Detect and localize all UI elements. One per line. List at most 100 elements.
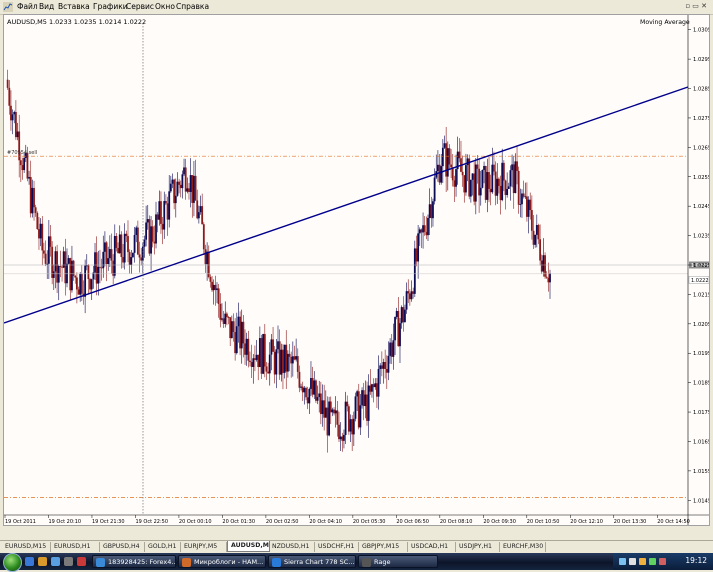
candle-body bbox=[323, 400, 326, 418]
tab-nzdusd-h1[interactable]: NZDUSD,H1 bbox=[269, 542, 315, 552]
candle-body bbox=[349, 419, 352, 432]
candle-body bbox=[417, 233, 420, 262]
tray-app-icon[interactable] bbox=[649, 558, 656, 565]
candle-body bbox=[163, 200, 166, 230]
quicklaunch-folder-icon[interactable] bbox=[38, 557, 47, 566]
tab-gbpjpy-m15[interactable]: GBPJPY,M15 bbox=[359, 542, 408, 552]
time-label: 20 Oct 02:50 bbox=[266, 519, 299, 525]
candle-body bbox=[196, 200, 199, 219]
candle-body bbox=[344, 401, 347, 435]
quicklaunch-media-icon[interactable] bbox=[51, 557, 60, 566]
candle-body bbox=[267, 371, 270, 374]
menu-help[interactable]: Справка bbox=[176, 2, 209, 12]
candle-body bbox=[107, 258, 110, 264]
taskbar-app-icon bbox=[96, 558, 105, 567]
candle-body bbox=[11, 114, 14, 121]
tab-eurusd-m15[interactable]: EURUSD,M15 bbox=[2, 542, 51, 552]
tab-audusd-m5[interactable]: AUDUSD,M5 bbox=[227, 541, 270, 552]
candle-body bbox=[57, 266, 60, 283]
candle-body bbox=[194, 175, 197, 201]
taskbar-button-label: 183928425: Forex4... bbox=[108, 558, 176, 566]
candle-body bbox=[369, 385, 372, 392]
candle-body bbox=[441, 147, 444, 167]
candle-body bbox=[461, 171, 464, 176]
candle-body bbox=[329, 401, 332, 413]
menu-window[interactable]: Окно bbox=[155, 2, 175, 12]
candle-body bbox=[526, 196, 528, 217]
tab-eurjpy-m5[interactable]: EURJPY,M5 bbox=[181, 542, 227, 552]
candle-body bbox=[133, 234, 136, 253]
tab-usdchf-h1[interactable]: USDCHF,H1 bbox=[315, 542, 359, 552]
indicator-label: Moving Average bbox=[640, 19, 690, 26]
tab-eurusd-h1[interactable]: EURUSD,H1 bbox=[51, 542, 100, 552]
candle-body bbox=[303, 387, 306, 393]
clock[interactable]: 19:12 bbox=[685, 556, 707, 565]
candle-body bbox=[489, 188, 492, 193]
menu-charts[interactable]: Графики bbox=[93, 2, 128, 12]
candle-body bbox=[29, 177, 32, 214]
taskbar-button[interactable]: Rage bbox=[358, 555, 438, 568]
candle-body bbox=[118, 234, 121, 254]
tab-gbpusd-h4[interactable]: GBPUSD,H4 bbox=[100, 542, 145, 552]
time-label: 20 Oct 01:30 bbox=[222, 519, 255, 525]
start-button[interactable] bbox=[3, 553, 22, 572]
tray-shield-icon[interactable] bbox=[659, 558, 666, 565]
price-chart[interactable]: #70954 sell 1.0225 1.0222 1.0305 1.0295 1.02… bbox=[4, 15, 709, 525]
candle-body bbox=[174, 195, 177, 204]
candle-body bbox=[407, 291, 410, 294]
tab-gold-h1[interactable]: GOLD,H1 bbox=[145, 542, 181, 552]
price-label: 1.0175 bbox=[693, 410, 709, 416]
candle-body bbox=[234, 331, 237, 354]
tab-eurchf-m30[interactable]: EURCHF,M30 bbox=[500, 542, 546, 552]
candle-body bbox=[519, 204, 522, 205]
tray-network-icon[interactable] bbox=[619, 558, 626, 565]
candle-body bbox=[334, 410, 337, 414]
candle-body bbox=[146, 219, 149, 223]
candle-body bbox=[158, 201, 161, 220]
candle-body bbox=[69, 258, 72, 291]
candle-body bbox=[385, 369, 388, 373]
menu-insert[interactable]: Вставка bbox=[58, 2, 90, 12]
taskbar-button[interactable]: 183928425: Forex4... bbox=[92, 555, 176, 568]
price-label: 1.0205 bbox=[693, 322, 709, 328]
candle-body bbox=[160, 201, 162, 224]
candle-body bbox=[301, 386, 304, 393]
tab-usdcad-h1[interactable]: USDCAD,H1 bbox=[408, 542, 456, 552]
price-label: 1.0185 bbox=[693, 381, 709, 387]
candle-body bbox=[75, 277, 78, 290]
candle-body bbox=[352, 418, 355, 435]
menu-file[interactable]: Файл bbox=[17, 2, 38, 12]
candle-body bbox=[522, 193, 525, 197]
price-label: 1.0275 bbox=[693, 116, 709, 122]
taskbar-button[interactable]: Микроблоги - НАМ... bbox=[178, 555, 266, 568]
candle-body bbox=[49, 236, 52, 247]
quicklaunch-app-icon[interactable] bbox=[77, 557, 86, 566]
tray-volume-icon[interactable] bbox=[629, 558, 636, 565]
window-controls[interactable]: ▫ ▭ ✕ bbox=[685, 2, 707, 10]
candle-body bbox=[225, 313, 228, 318]
candle-body bbox=[156, 214, 159, 220]
candle-body bbox=[418, 229, 421, 234]
candle-body bbox=[318, 393, 321, 398]
price-label: 1.0295 bbox=[693, 57, 709, 63]
candle-body bbox=[387, 355, 390, 373]
candle-body bbox=[34, 207, 37, 213]
tab-usdjpy-h1[interactable]: USDJPY,H1 bbox=[456, 542, 500, 552]
candle-body bbox=[214, 284, 217, 291]
candle-body bbox=[410, 291, 413, 300]
candle-body bbox=[478, 168, 481, 196]
menu-tools[interactable]: Сервис bbox=[126, 2, 154, 12]
quicklaunch-desktop-icon[interactable] bbox=[64, 557, 73, 566]
tray-lang-icon[interactable] bbox=[639, 558, 646, 565]
quicklaunch-ie-icon[interactable] bbox=[25, 557, 34, 566]
candle-body bbox=[165, 200, 167, 204]
menu-view[interactable]: Вид bbox=[39, 2, 54, 12]
taskbar-button[interactable]: Sierra Chart 778 SC... bbox=[268, 555, 356, 568]
candle-body bbox=[41, 223, 44, 251]
candle-body bbox=[324, 407, 327, 418]
candle-body bbox=[296, 356, 299, 372]
chart-window[interactable]: #70954 sell 1.0225 1.0222 1.0305 1.0295 1.02… bbox=[3, 14, 710, 526]
candle-body bbox=[166, 203, 169, 220]
candle-body bbox=[244, 343, 246, 355]
chart-background bbox=[4, 15, 709, 525]
